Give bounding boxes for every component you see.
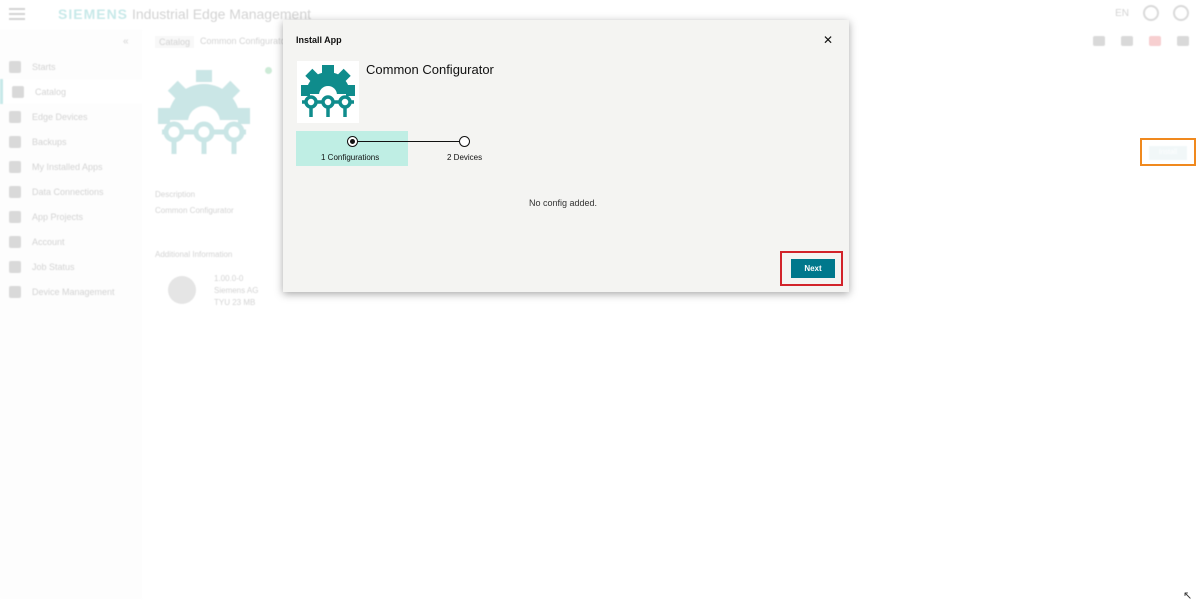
menu-icon[interactable]	[9, 8, 25, 20]
sidebar-item-job-status[interactable]: Job Status	[0, 254, 142, 279]
jobs-icon	[9, 260, 21, 273]
sidebar-item-label: Account	[32, 236, 65, 247]
sidebar-item-account[interactable]: Account	[0, 229, 142, 254]
next-button[interactable]: Next	[791, 259, 835, 278]
connections-icon	[9, 185, 21, 198]
step-2-indicator[interactable]	[459, 136, 470, 147]
devices-icon	[9, 110, 21, 123]
info-publisher: Siemens AG	[214, 286, 259, 295]
sidebar-item-label: Device Management	[32, 286, 115, 297]
collapse-sidebar-icon[interactable]: «	[123, 36, 129, 47]
breadcrumb-item-current: Common Configurator	[200, 36, 289, 46]
app-icon	[297, 61, 359, 123]
gear-icon	[158, 70, 250, 154]
sidebar: « Starts Catalog Edge Devices Backups My…	[0, 30, 142, 599]
sidebar-item-label: Starts	[32, 61, 56, 72]
management-icon	[9, 285, 21, 298]
sidebar-item-installed-apps[interactable]: My Installed Apps	[0, 154, 142, 179]
sidebar-item-backups[interactable]: Backups	[0, 129, 142, 154]
bell-icon[interactable]	[1121, 36, 1133, 46]
install-app-dialog: Install App ✕ Common Configurator 1 Conf…	[283, 20, 849, 292]
sidebar-item-starts[interactable]: Starts	[0, 54, 142, 79]
toolbar-right	[1093, 36, 1189, 46]
description-heading: Description	[155, 190, 196, 199]
home-icon	[9, 60, 21, 73]
app-name: Common Configurator	[366, 62, 494, 77]
close-icon[interactable]: ✕	[823, 34, 833, 46]
backup-icon	[9, 135, 21, 148]
sidebar-item-data-connections[interactable]: Data Connections	[0, 179, 142, 204]
empty-config-text: No config added.	[528, 198, 598, 208]
notification-icon[interactable]	[1149, 36, 1161, 46]
sidebar-item-edge-devices[interactable]: Edge Devices	[0, 104, 142, 129]
sidebar-item-label: Data Connections	[32, 186, 104, 197]
sidebar-item-label: App Projects	[32, 211, 84, 222]
breadcrumb: Catalog Common Configurator	[155, 36, 289, 48]
empty-config-message: No config added.	[283, 198, 849, 208]
sidebar-item-device-management[interactable]: Device Management	[0, 279, 142, 304]
step-connector	[352, 141, 464, 142]
brand-logo: SIEMENS	[58, 6, 129, 22]
sidebar-item-label: My Installed Apps	[32, 161, 103, 172]
publisher-avatar	[168, 276, 196, 304]
status-indicator	[265, 67, 272, 74]
dialog-title: Install App	[296, 35, 342, 45]
resize-cursor-icon: ↖	[1183, 590, 1193, 602]
user-icon[interactable]	[1173, 5, 1189, 21]
sidebar-item-label: Job Status	[32, 261, 75, 272]
help-icon[interactable]	[1143, 5, 1159, 21]
sidebar-item-label: Edge Devices	[32, 111, 88, 122]
account-icon	[9, 235, 21, 248]
help-icon[interactable]	[1177, 36, 1189, 46]
install-button-highlight: Install	[1140, 138, 1196, 166]
step-2-label[interactable]: 2 Devices	[447, 153, 482, 162]
projects-icon	[9, 210, 21, 223]
sidebar-item-app-projects[interactable]: App Projects	[0, 204, 142, 229]
sidebar-item-label: Catalog	[35, 86, 67, 97]
language-selector[interactable]: EN	[1115, 8, 1129, 19]
chat-icon[interactable]	[1093, 36, 1105, 46]
info-size: TYU 23 MB	[214, 298, 256, 307]
install-stepper: 1 Configurations 2 Devices	[296, 131, 556, 166]
sidebar-item-catalog[interactable]: Catalog	[0, 79, 142, 104]
step-1-label: 1 Configurations	[321, 153, 380, 162]
install-button[interactable]: Install	[1149, 146, 1187, 160]
info-version: 1.00.0-0	[214, 274, 244, 283]
catalog-icon	[12, 85, 24, 98]
gear-icon	[301, 65, 355, 117]
step-1-indicator	[347, 136, 358, 147]
apps-icon	[9, 160, 21, 173]
description-text: Common Configurator	[155, 206, 234, 215]
additional-info-heading: Additional Information	[155, 250, 233, 259]
breadcrumb-item-catalog[interactable]: Catalog	[155, 36, 195, 48]
top-right-controls: EN	[1115, 5, 1189, 21]
sidebar-item-label: Backups	[32, 136, 67, 147]
